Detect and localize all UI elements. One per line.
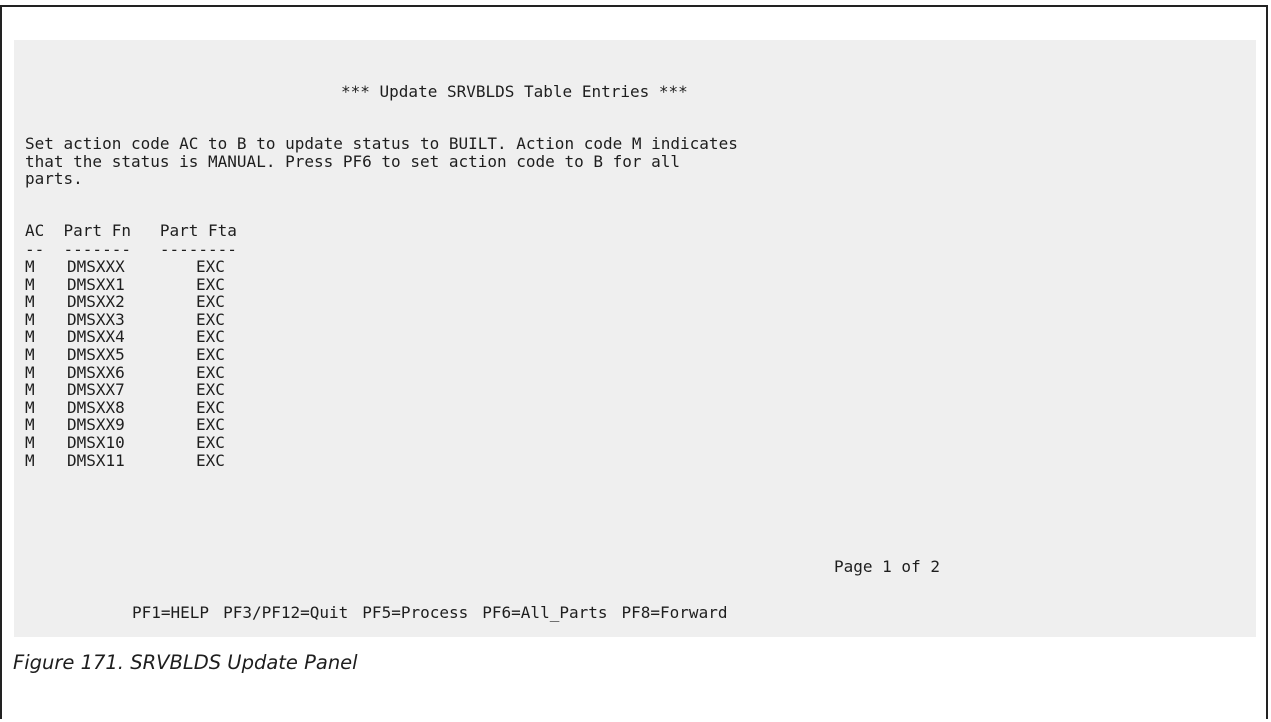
action-code-field[interactable]: M [25,416,55,434]
action-code-field[interactable]: M [25,328,55,346]
part-fta-cell: EXC [196,362,225,382]
part-fta-cell: EXC [196,309,225,329]
part-fn-cell: DMSXX4 [67,327,125,347]
part-fta-cell: EXC [196,344,225,364]
action-code-field[interactable]: M [25,258,55,276]
action-code-field[interactable]: M [25,399,55,417]
header-underline: -- ------- -------- [25,240,237,259]
column-header-part-fta: Part Fta [159,221,237,240]
pf-key-2[interactable]: PF3/PF12=Quit [223,603,348,622]
action-code-field[interactable]: M [25,346,55,364]
figure-caption: Figure 171. SRVBLDS Update Panel [13,651,358,674]
part-fn-cell: DMSXXX [67,257,125,276]
part-fn-cell: DMSX10 [67,432,125,452]
part-fn-cell: DMSXX9 [67,415,125,435]
part-fn-cell: DMSXX3 [67,309,125,329]
column-header-part-fn: Part Fn [63,221,131,240]
page-indicator: Page 1 of 2 [834,557,940,576]
part-fn-cell: DMSXX5 [67,344,125,364]
part-fta-cell: EXC [196,292,225,312]
pf-key-bar: PF1=HELP PF3/PF12=Quit PF5=Process PF6=All_… [132,604,741,622]
action-code-field[interactable]: M [25,381,55,399]
action-code-field[interactable]: M [25,311,55,329]
part-fta-cell: EXC [196,327,225,347]
part-fn-cell: DMSXX8 [67,397,125,417]
part-fn-cell: DMSXX2 [67,292,125,312]
part-fta-cell: EXC [196,450,225,470]
action-code-field[interactable]: M [25,293,55,311]
part-fta-cell: EXC [196,397,225,417]
pf-key-1[interactable]: PF1=HELP [132,603,209,622]
action-code-field[interactable]: M [25,452,55,470]
part-fn-cell: DMSXX7 [67,380,125,400]
part-fta-cell: EXC [196,415,225,435]
terminal-screen: *** Update SRVBLDS Table Entries *** Set… [14,40,1256,637]
action-code-field[interactable]: M [25,434,55,452]
part-fta-cell: EXC [196,274,225,294]
column-header-ac: AC [25,221,45,240]
part-fn-cell: DMSXX1 [67,274,125,294]
panel-instructions: Set action code AC to B to update status… [25,134,738,188]
part-fta-cell: EXC [196,432,225,452]
table-header: AC Part Fn Part Fta [25,222,237,240]
part-fta-cell: EXC [196,257,225,276]
action-code-field[interactable]: M [25,276,55,294]
panel-title: *** Update SRVBLDS Table Entries *** [341,82,688,101]
part-fn-cell: DMSX11 [67,450,125,470]
pf-key-3[interactable]: PF5=Process [362,603,468,622]
action-code-field[interactable]: M [25,364,55,382]
part-fn-cell: DMSXX6 [67,362,125,382]
pf-key-5[interactable]: PF8=Forward [622,603,728,622]
part-fta-cell: EXC [196,380,225,400]
pf-key-4[interactable]: PF6=All_Parts [482,603,607,622]
